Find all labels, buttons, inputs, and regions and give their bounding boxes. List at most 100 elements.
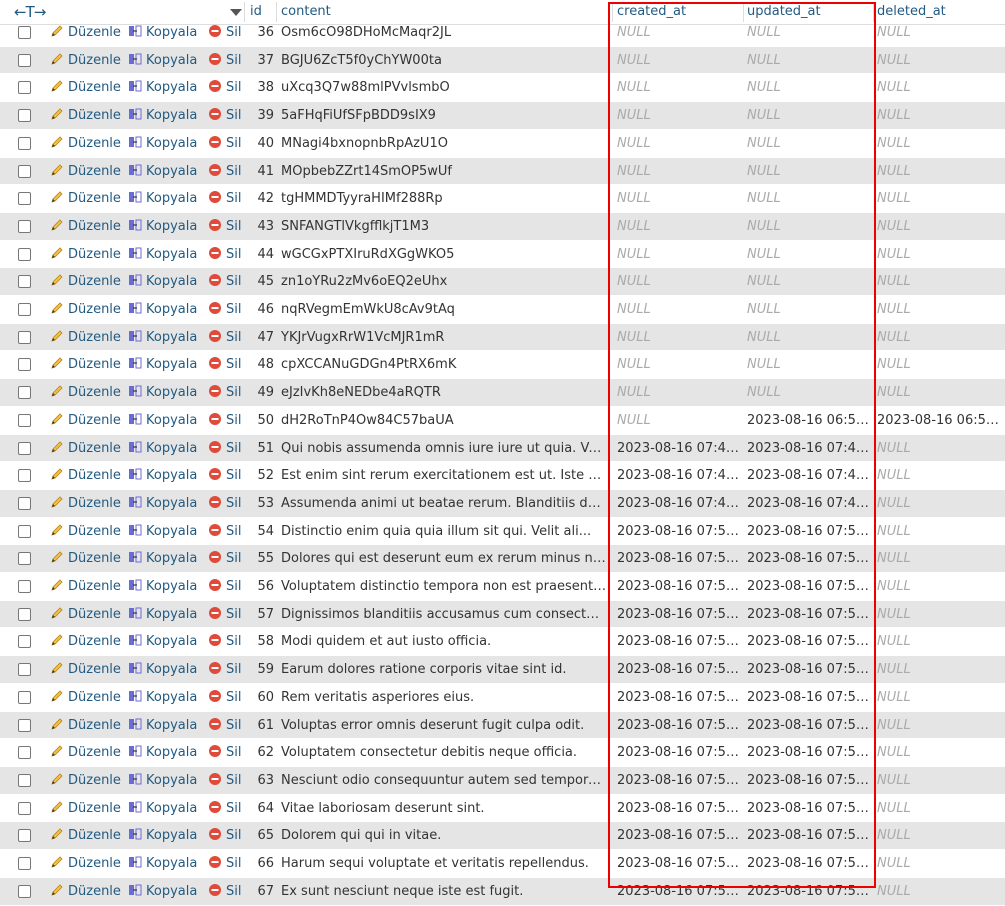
cell-content[interactable]: Dolores qui est deserunt eum ex rerum mi…: [281, 545, 607, 573]
edit-link[interactable]: Düzenle: [50, 296, 121, 324]
delete-link[interactable]: Sil: [208, 628, 241, 656]
cell-updated-at[interactable]: NULL: [747, 379, 873, 407]
cell-created-at[interactable]: 2023-08-16 07:50:40: [617, 573, 743, 601]
row-checkbox[interactable]: [18, 358, 31, 372]
edit-link[interactable]: Düzenle: [50, 102, 121, 130]
cell-deleted-at[interactable]: NULL: [877, 795, 1005, 823]
row-checkbox[interactable]: [18, 275, 31, 289]
edit-link[interactable]: Düzenle: [50, 324, 121, 352]
cell-content[interactable]: Harum sequi voluptate et veritatis repel…: [281, 850, 607, 878]
cell-deleted-at[interactable]: NULL: [877, 241, 1005, 269]
row-checkbox[interactable]: [18, 496, 31, 510]
edit-link[interactable]: Düzenle: [50, 130, 121, 158]
cell-content[interactable]: MNagi4bxnopnbRpAzU1O: [281, 130, 607, 158]
row-checkbox[interactable]: [18, 247, 31, 261]
edit-link[interactable]: Düzenle: [50, 656, 121, 684]
delete-link[interactable]: Sil: [208, 130, 241, 158]
cell-content[interactable]: Nesciunt odio consequuntur autem sed tem…: [281, 767, 607, 795]
edit-link[interactable]: Düzenle: [50, 518, 121, 546]
cell-updated-at[interactable]: 2023-08-16 07:50:40: [747, 739, 873, 767]
cell-deleted-at[interactable]: NULL: [877, 74, 1005, 102]
edit-link[interactable]: Düzenle: [50, 185, 121, 213]
row-checkbox[interactable]: [18, 884, 31, 898]
cell-created-at[interactable]: NULL: [617, 407, 743, 435]
cell-updated-at[interactable]: NULL: [747, 47, 873, 75]
cell-created-at[interactable]: NULL: [617, 241, 743, 269]
cell-content[interactable]: dH2RoTnP4Ow84C57baUA: [281, 407, 607, 435]
cell-deleted-at[interactable]: NULL: [877, 351, 1005, 379]
column-divider[interactable]: [244, 2, 245, 22]
cell-deleted-at[interactable]: NULL: [877, 213, 1005, 241]
edit-link[interactable]: Düzenle: [50, 545, 121, 573]
edit-link[interactable]: Düzenle: [50, 712, 121, 740]
copy-link[interactable]: Kopyala: [128, 573, 197, 601]
row-checkbox[interactable]: [18, 26, 31, 39]
cell-content[interactable]: SNFANGTlVkgfflkjT1M3: [281, 213, 607, 241]
cell-content[interactable]: MOpbebZZrt14SmOP5wUf: [281, 158, 607, 186]
row-checkbox[interactable]: [18, 580, 31, 593]
delete-link[interactable]: Sil: [208, 573, 241, 601]
cell-updated-at[interactable]: 2023-08-16 07:50:40: [747, 767, 873, 795]
row-checkbox[interactable]: [18, 219, 31, 233]
cell-created-at[interactable]: NULL: [617, 324, 743, 352]
cell-updated-at[interactable]: 2023-08-16 07:50:40: [747, 850, 873, 878]
delete-link[interactable]: Sil: [208, 185, 241, 213]
cell-updated-at[interactable]: 2023-08-16 07:50:40: [747, 712, 873, 740]
copy-link[interactable]: Kopyala: [128, 767, 197, 795]
cell-updated-at[interactable]: NULL: [747, 185, 873, 213]
edit-link[interactable]: Düzenle: [50, 213, 121, 241]
cell-content[interactable]: tgHMMDTyyraHIMf288Rp: [281, 185, 607, 213]
row-checkbox[interactable]: [18, 829, 31, 843]
column-divider[interactable]: [276, 2, 277, 22]
cell-created-at[interactable]: NULL: [617, 130, 743, 158]
cell-created-at[interactable]: 2023-08-16 07:49:20: [617, 435, 743, 463]
copy-link[interactable]: Kopyala: [128, 822, 197, 850]
cell-created-at[interactable]: NULL: [617, 47, 743, 75]
delete-link[interactable]: Sil: [208, 241, 241, 269]
delete-link[interactable]: Sil: [208, 268, 241, 296]
cell-updated-at[interactable]: 2023-08-16 07:50:14: [747, 518, 873, 546]
edit-link[interactable]: Düzenle: [50, 74, 121, 102]
copy-link[interactable]: Kopyala: [128, 601, 197, 629]
cell-created-at[interactable]: NULL: [617, 351, 743, 379]
column-header-deleted-at[interactable]: deleted_at: [877, 0, 946, 24]
cell-updated-at[interactable]: 2023-08-16 07:50:40: [747, 573, 873, 601]
cell-updated-at[interactable]: NULL: [747, 241, 873, 269]
cell-deleted-at[interactable]: NULL: [877, 324, 1005, 352]
cell-deleted-at[interactable]: NULL: [877, 435, 1005, 463]
column-divider[interactable]: [873, 2, 874, 22]
cell-deleted-at[interactable]: NULL: [877, 545, 1005, 573]
row-checkbox[interactable]: [18, 469, 31, 483]
cell-deleted-at[interactable]: NULL: [877, 185, 1005, 213]
row-checkbox[interactable]: [18, 53, 31, 67]
row-checkbox[interactable]: [18, 192, 31, 206]
delete-link[interactable]: Sil: [208, 767, 241, 795]
row-checkbox[interactable]: [18, 607, 31, 621]
copy-link[interactable]: Kopyala: [128, 213, 197, 241]
delete-link[interactable]: Sil: [208, 518, 241, 546]
cell-updated-at[interactable]: 2023-08-16 07:50:40: [747, 628, 873, 656]
cell-content[interactable]: cpXCCANuGDGn4PtRX6mK: [281, 351, 607, 379]
row-checkbox[interactable]: [18, 801, 31, 815]
cell-created-at[interactable]: NULL: [617, 379, 743, 407]
cell-content[interactable]: Voluptatem consectetur debitis neque off…: [281, 739, 607, 767]
row-checkbox[interactable]: [18, 441, 31, 455]
cell-updated-at[interactable]: NULL: [747, 296, 873, 324]
cell-content[interactable]: zn1oYRu2zMv6oEQ2eUhx: [281, 268, 607, 296]
cell-updated-at[interactable]: 2023-08-16 07:49:20: [747, 462, 873, 490]
copy-link[interactable]: Kopyala: [128, 268, 197, 296]
row-checkbox[interactable]: [18, 663, 31, 677]
cell-content[interactable]: Rem veritatis asperiores eius.: [281, 684, 607, 712]
cell-created-at[interactable]: 2023-08-16 07:50:40: [617, 822, 743, 850]
copy-link[interactable]: Kopyala: [128, 379, 197, 407]
cell-created-at[interactable]: NULL: [617, 296, 743, 324]
cell-content[interactable]: BGJU6ZcT5f0yChYW00ta: [281, 47, 607, 75]
copy-link[interactable]: Kopyala: [128, 351, 197, 379]
row-checkbox[interactable]: [18, 303, 31, 316]
copy-link[interactable]: Kopyala: [128, 684, 197, 712]
edit-link[interactable]: Düzenle: [50, 795, 121, 823]
row-checkbox[interactable]: [18, 857, 31, 870]
cell-content[interactable]: YKJrVugxRrW1VcMJR1mR: [281, 324, 607, 352]
delete-link[interactable]: Sil: [208, 739, 241, 767]
column-divider[interactable]: [612, 2, 613, 22]
